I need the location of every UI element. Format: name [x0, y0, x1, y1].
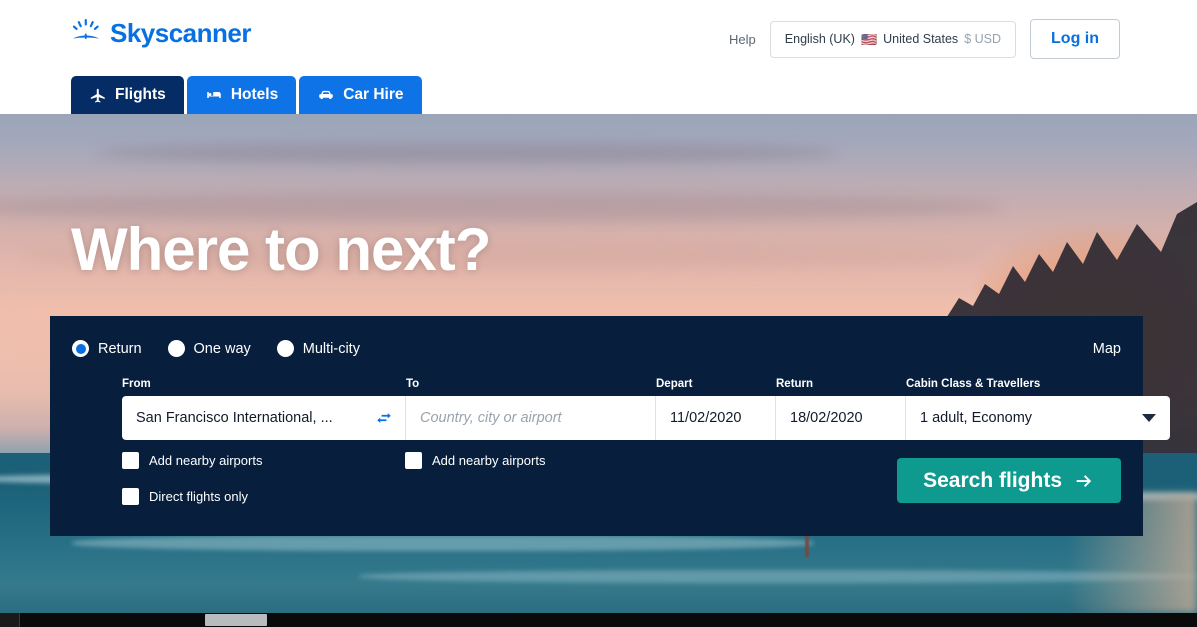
us-flag-icon: 🇺🇸	[860, 31, 878, 47]
tab-car-hire[interactable]: Car Hire	[299, 76, 422, 114]
checkbox-label: Add nearby airports	[149, 453, 263, 468]
search-flights-button[interactable]: Search flights	[897, 458, 1121, 503]
checkbox-add-nearby-airports-destination[interactable]: Add nearby airports	[405, 452, 545, 469]
checkbox-label: Direct flights only	[149, 489, 248, 504]
skyscanner-logo[interactable]: Skyscanner	[71, 18, 251, 48]
tab-hotels-label: Hotels	[230, 86, 279, 103]
scrollbar-corner	[0, 613, 20, 627]
checkbox-icon	[405, 452, 422, 469]
trip-type-multi-city[interactable]: Multi-city	[276, 340, 360, 357]
checkbox-add-nearby-airports-origin[interactable]: Add nearby airports	[122, 452, 262, 469]
from-value: San Francisco International, ...	[136, 410, 333, 426]
radio-icon	[72, 340, 89, 357]
cabin-class-travellers-field[interactable]: 1 adult, Economy	[906, 396, 1170, 440]
cloud-band	[95, 142, 838, 164]
swap-origin-destination-button[interactable]	[373, 407, 395, 429]
label-depart: Depart	[656, 378, 693, 390]
primary-nav-tabs: Flights Hotels Car Hire	[71, 76, 422, 114]
label-return: Return	[776, 378, 814, 390]
trip-type-return-label: Return	[98, 340, 142, 357]
label-cabin: Cabin Class & Travellers	[906, 378, 1041, 390]
to-field[interactable]: Country, city or airport	[406, 396, 656, 440]
locale-language: English (UK)	[784, 32, 855, 46]
radio-icon	[276, 340, 294, 357]
return-date-value: 18/02/2020	[790, 410, 863, 426]
checkbox-label: Add nearby airports	[432, 453, 546, 468]
trip-type-one-way-label: One way	[193, 340, 251, 357]
label-from: From	[122, 378, 151, 390]
plane-icon	[90, 88, 105, 103]
radio-icon	[167, 340, 185, 357]
tab-flights[interactable]: Flights	[71, 76, 184, 114]
car-icon	[319, 90, 333, 99]
trip-type-radio-group: Return One way Multi-city	[72, 340, 360, 357]
bed-icon	[207, 92, 221, 98]
label-to: To	[406, 378, 420, 390]
checkbox-icon	[122, 452, 139, 469]
locale-selector[interactable]: English (UK) 🇺🇸 United States $ USD	[769, 20, 1017, 58]
swap-arrows-icon	[377, 413, 391, 423]
skyscanner-homepage: Skyscanner Help English (UK) 🇺🇸 United S…	[0, 0, 1197, 627]
scrollbar-thumb[interactable]	[205, 614, 267, 626]
hero-title: Where to next?	[71, 216, 491, 283]
site-header: Skyscanner Help English (UK) 🇺🇸 United S…	[0, 0, 1197, 114]
checkbox-direct-flights-only[interactable]: Direct flights only	[122, 488, 248, 505]
depart-date-value: 11/02/2020	[670, 410, 742, 426]
locale-country: United States	[883, 32, 959, 46]
chevron-down-icon[interactable]	[1142, 414, 1156, 422]
tab-car-hire-label: Car Hire	[343, 86, 404, 103]
locale-currency: $ USD	[964, 32, 1002, 46]
wave-foam	[71, 535, 814, 551]
search-fields-row: San Francisco International, ... Country…	[122, 396, 1170, 440]
to-placeholder: Country, city or airport	[420, 410, 562, 426]
horizontal-scrollbar[interactable]	[0, 613, 1197, 627]
search-flights-label: Search flights	[923, 468, 1062, 492]
cabin-class-value: 1 adult, Economy	[920, 410, 1033, 426]
trip-type-return[interactable]: Return	[72, 340, 142, 357]
logo-text: Skyscanner	[110, 18, 251, 48]
panel-top-row: Return One way Multi-city Map	[72, 340, 1121, 357]
help-link[interactable]: Help	[729, 32, 756, 47]
trip-type-one-way[interactable]: One way	[167, 340, 251, 357]
depart-date-field[interactable]: 11/02/2020	[656, 396, 776, 440]
header-actions: Help English (UK) 🇺🇸 United States $ USD…	[729, 19, 1120, 59]
field-labels-row: From To Depart Return Cabin Class & Trav…	[122, 378, 1170, 392]
login-button[interactable]: Log in	[1030, 19, 1120, 59]
arrow-right-icon	[1076, 474, 1092, 487]
flight-search-panel: Return One way Multi-city Map From To De…	[50, 316, 1170, 536]
skyscanner-sun-icon	[72, 18, 100, 40]
tab-flights-label: Flights	[115, 86, 166, 103]
return-date-field[interactable]: 18/02/2020	[776, 396, 906, 440]
checkbox-icon	[122, 488, 139, 505]
trip-type-multi-city-label: Multi-city	[302, 340, 360, 357]
tab-hotels[interactable]: Hotels	[186, 76, 297, 114]
from-field[interactable]: San Francisco International, ...	[122, 396, 406, 440]
map-link[interactable]: Map	[1093, 341, 1121, 357]
